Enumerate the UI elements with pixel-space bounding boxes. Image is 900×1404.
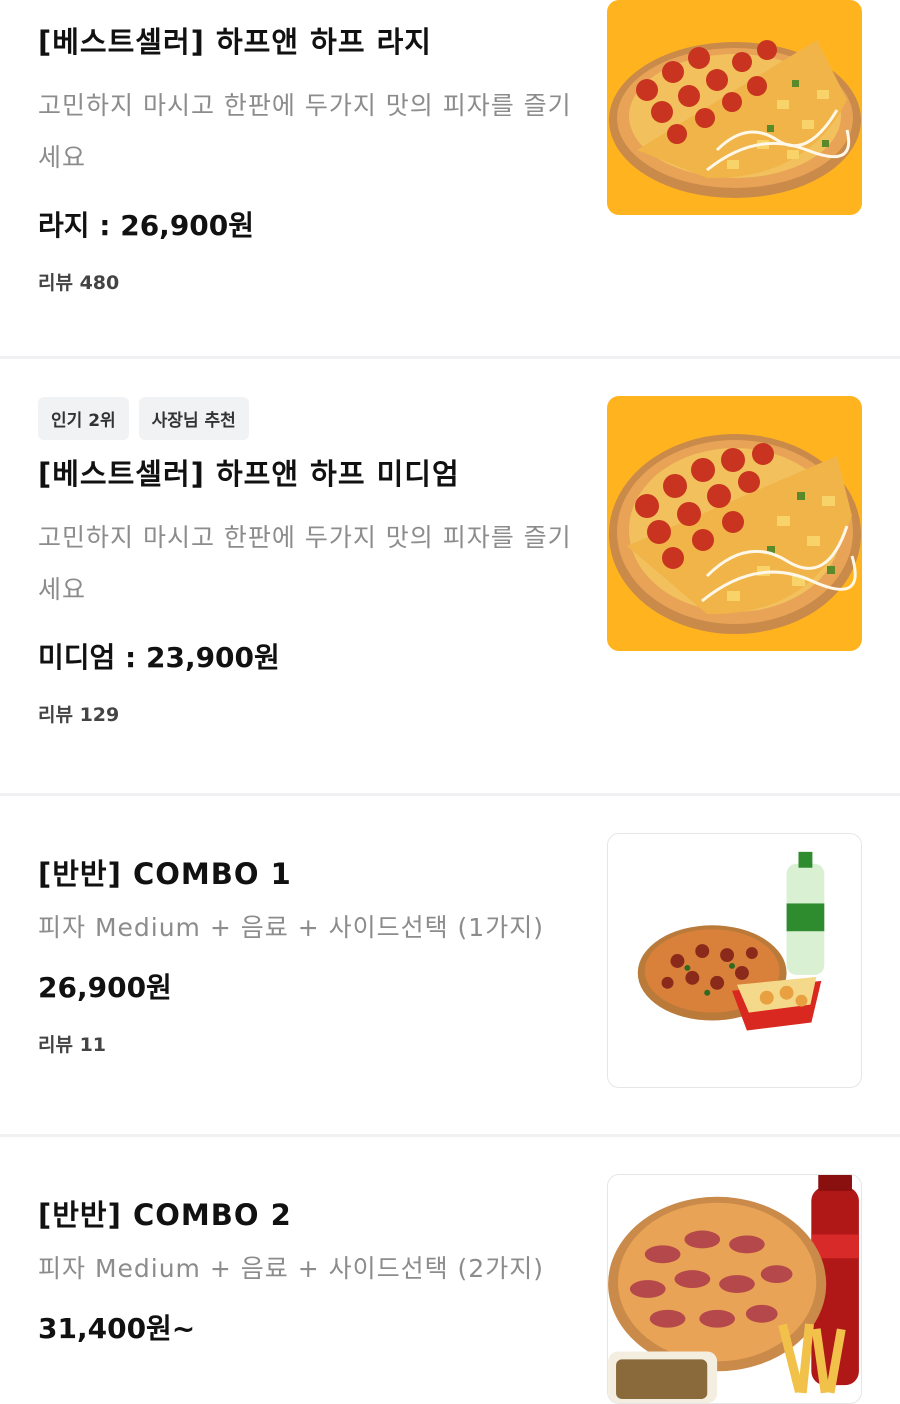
menu-item-title: [반반] COMBO 1 [38,857,292,891]
menu-item-half-half-medium[interactable]: 인기 2위 사장님 추천 [베스트셀러] 하프앤 하프 미디엄 고민하지 마시고… [0,359,900,793]
menu-list: [베스트셀러] 하프앤 하프 라지 고민하지 마시고 한판에 두가지 맛의 피자… [0,0,900,1404]
owner-recommend-badge: 사장님 추천 [138,397,249,440]
menu-item-price: 라지 : 26,900원 [38,209,255,242]
menu-item-review-count: 리뷰 480 [38,272,120,294]
menu-item-price: 31,400원~ [38,1312,196,1345]
menu-item-title: [베스트셀러] 하프앤 하프 미디엄 [38,457,460,491]
menu-item-description: 고민하지 마시고 한판에 두가지 맛의 피자를 즐기세요 [38,91,572,172]
menu-item-review-count: 리뷰 11 [38,1034,107,1056]
menu-item-info: [반반] COMBO 2 피자 Medium + 음료 + 사이드선택 (2가지… [38,1195,578,1349]
menu-item-title: [베스트셀러] 하프앤 하프 라지 [38,25,432,59]
menu-item-price: 미디엄 : 23,900원 [38,641,280,674]
menu-item-info: 인기 2위 사장님 추천 [베스트셀러] 하프앤 하프 미디엄 고민하지 마시고… [38,397,578,727]
combo-pizza-cola-fries-image[interactable] [607,1174,862,1404]
half-and-half-pizza-image[interactable] [607,0,862,215]
combo-pizza-soda-fries-image[interactable] [607,833,862,1088]
menu-item-half-half-large[interactable]: [베스트셀러] 하프앤 하프 라지 고민하지 마시고 한판에 두가지 맛의 피자… [0,0,900,356]
menu-item-review-count: 리뷰 129 [38,704,120,726]
pizza-illustration [609,40,861,198]
combo-illustration [608,1175,859,1403]
badge-group: 인기 2위 사장님 추천 [38,397,578,440]
menu-item-price: 26,900원 [38,971,172,1004]
menu-item-combo-2[interactable]: [반반] COMBO 2 피자 Medium + 음료 + 사이드선택 (2가지… [0,1137,900,1404]
menu-item-info: [반반] COMBO 1 피자 Medium + 음료 + 사이드선택 (1가지… [38,854,578,1057]
combo-illustration [637,851,825,1031]
menu-item-title: [반반] COMBO 2 [38,1198,292,1232]
menu-item-description: 피자 Medium + 음료 + 사이드선택 (2가지) [38,1254,544,1283]
menu-item-description: 피자 Medium + 음료 + 사이드선택 (1가지) [38,913,544,942]
menu-item-description: 고민하지 마시고 한판에 두가지 맛의 피자를 즐기세요 [38,523,572,604]
menu-item-combo-1[interactable]: [반반] COMBO 1 피자 Medium + 음료 + 사이드선택 (1가지… [0,796,900,1134]
pizza-illustration [609,434,861,634]
menu-item-info: [베스트셀러] 하프앤 하프 라지 고민하지 마시고 한판에 두가지 맛의 피자… [38,22,578,295]
popularity-badge: 인기 2위 [38,397,129,440]
half-and-half-pizza-image[interactable] [607,396,862,651]
